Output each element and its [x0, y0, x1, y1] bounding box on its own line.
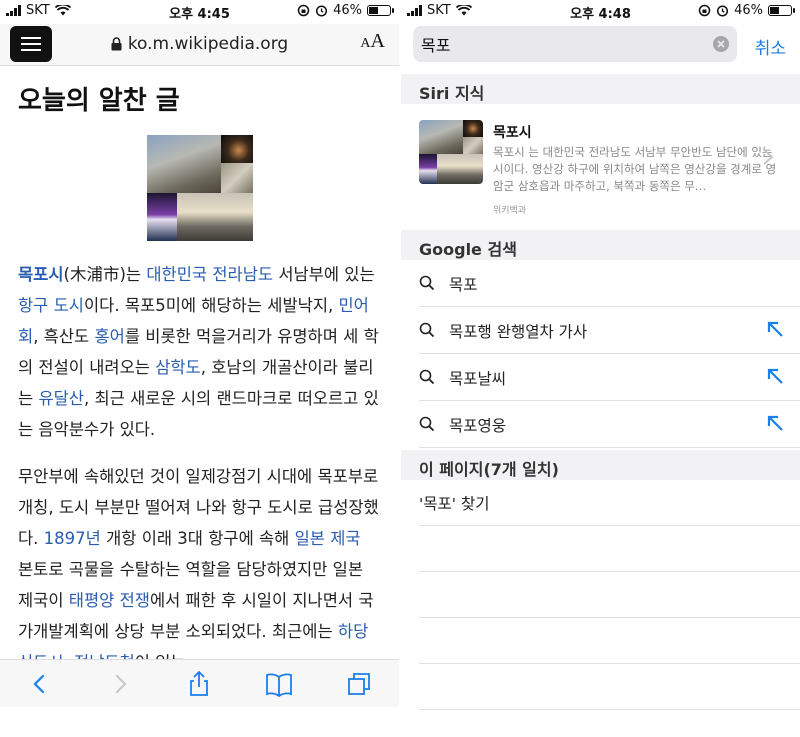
battery-icon — [768, 5, 795, 16]
suggestion-row[interactable]: 목포날씨 — [419, 354, 800, 401]
suggestion-row[interactable]: 목포행 완행열차 가사 — [419, 307, 800, 354]
empty-row — [419, 664, 800, 710]
browser-toolbar — [0, 659, 399, 707]
siri-knowledge-card[interactable]: 목포시 목포시 는 대한민국 전라남도 서남부 무안반도 남단에 있는 시이다.… — [401, 108, 800, 228]
siri-source: 위키백과 — [493, 206, 527, 216]
search-icon — [419, 275, 435, 291]
suggestion-row[interactable]: 목포 — [419, 260, 800, 307]
search-input[interactable] — [421, 32, 701, 56]
text-size-small-label: A — [360, 36, 371, 51]
back-icon[interactable] — [26, 670, 54, 698]
text-size-large-label: A — [370, 30, 385, 52]
fill-query-arrow-icon[interactable] — [766, 414, 784, 432]
article-link[interactable]: 전라남도 — [212, 265, 273, 284]
status-bar: SKT 오후 4:45 46% — [0, 0, 399, 22]
suggestion-row[interactable]: 목포영웅 — [419, 401, 800, 448]
article-text: 개항 이래 3대 항구에 속해 — [100, 529, 295, 548]
article-title: 오늘의 알찬 글 — [18, 86, 180, 116]
battery-icon — [367, 5, 394, 16]
url-field[interactable]: ko.m.wikipedia.org — [0, 34, 399, 54]
article-link[interactable]: 항구 — [18, 296, 48, 315]
article-text: 이다. 목포5미에 해당하는 세발낙지, — [84, 296, 339, 315]
on-this-page-header: 이 페이지(7개 일치) — [401, 450, 800, 480]
empty-row — [419, 618, 800, 664]
article-image[interactable] — [146, 135, 253, 241]
search-icon — [419, 322, 435, 338]
empty-row — [419, 572, 800, 618]
alarm-icon — [316, 5, 328, 17]
siri-title: 목포시 — [493, 125, 532, 141]
article-link[interactable]: 삼학도 — [155, 358, 201, 377]
article-link[interactable]: 태평양 전쟁 — [69, 591, 150, 610]
article-paragraph-2: 무안부에 속해있던 것이 일제강점기 시대에 목포부로 개칭, 도시 부분만 떨… — [18, 461, 381, 678]
alarm-icon — [717, 5, 729, 17]
article-link[interactable]: 일본 제국 — [295, 529, 361, 548]
article-text: 서남부에 있는 — [273, 265, 375, 284]
fill-query-arrow-icon[interactable] — [766, 367, 784, 385]
suggestion-text: 목포날씨 — [449, 370, 507, 388]
chevron-right-icon — [763, 149, 774, 165]
article-link[interactable]: 유달산 — [38, 389, 84, 408]
siri-thumbnail — [419, 120, 483, 184]
article-text: , 흑산도 — [33, 327, 95, 346]
fill-query-arrow-icon[interactable] — [766, 320, 784, 338]
suggestion-text: 목포행 완행열차 가사 — [449, 323, 588, 341]
orientation-lock-icon — [698, 4, 711, 17]
article-text: (木浦市)는 — [63, 265, 147, 284]
lock-icon — [111, 37, 122, 51]
suggestion-text: 목포영웅 — [449, 417, 507, 435]
empty-row — [419, 526, 800, 572]
search-bar: 취소 — [401, 24, 800, 66]
battery-percent: 46% — [734, 3, 763, 18]
search-field[interactable] — [413, 26, 737, 62]
forward-icon[interactable] — [106, 670, 134, 698]
suggestion-text: 목포 — [449, 276, 478, 294]
siri-knowledge-header: Siri 지식 — [401, 74, 800, 104]
cancel-button[interactable]: 취소 — [755, 34, 786, 59]
bookmarks-icon[interactable] — [265, 670, 293, 698]
search-icon — [419, 369, 435, 385]
browser-screen: SKT 오후 4:45 46% ko.m.wikipedia.org AA 오늘… — [0, 0, 399, 737]
tabs-icon[interactable] — [345, 670, 373, 698]
status-bar: SKT 오후 4:48 46% — [401, 0, 800, 22]
article-paragraph-1: 목포시(木浦市)는 대한민국 전라남도 서남부에 있는 항구 도시이다. 목포5… — [18, 259, 381, 445]
find-on-page-text: '목포' 찾기 — [419, 495, 490, 513]
article-link[interactable]: 목포시 — [18, 265, 64, 284]
article: 오늘의 알찬 글 목포시(木浦市)는 대한민국 전라남도 서남부에 있는 항구 … — [18, 80, 381, 694]
search-screen: SKT 오후 4:48 46% 취소 Siri 지식 목포시 목포시 는 대한민… — [401, 0, 800, 737]
article-link[interactable]: 대한민국 — [146, 265, 207, 284]
find-on-page-row[interactable]: '목포' 찾기 — [419, 480, 800, 526]
share-icon[interactable] — [185, 670, 213, 698]
search-icon — [419, 416, 435, 432]
clear-icon[interactable] — [713, 36, 729, 52]
article-link[interactable]: 홍어 — [94, 327, 124, 346]
orientation-lock-icon — [297, 4, 310, 17]
article-link[interactable]: 도시 — [54, 296, 84, 315]
article-link[interactable]: 1897년 — [44, 529, 101, 548]
url-text: ko.m.wikipedia.org — [127, 34, 289, 54]
google-search-header: Google 검색 — [401, 230, 800, 260]
address-bar: ko.m.wikipedia.org AA — [0, 24, 399, 66]
text-size-button[interactable]: AA — [360, 30, 385, 53]
siri-description: 목포시 는 대한민국 전라남도 서남부 무안반도 남단에 있는 시이다. 영산강… — [493, 145, 777, 193]
battery-percent: 46% — [333, 3, 362, 18]
